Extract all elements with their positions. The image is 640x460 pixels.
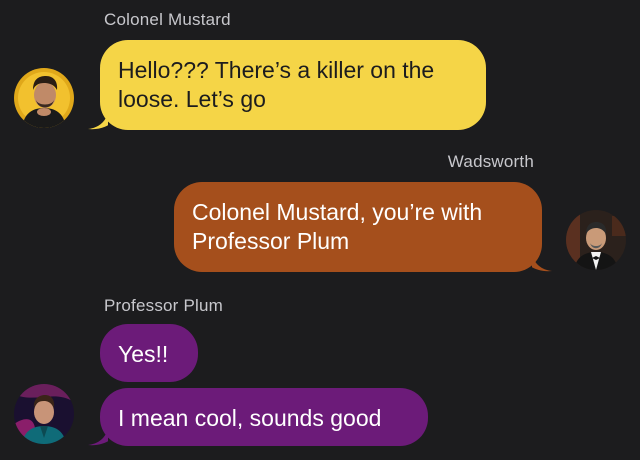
message-bubble[interactable]: Yes!! [100, 324, 198, 382]
sender-name-colonel-mustard: Colonel Mustard [104, 10, 231, 29]
portrait-wadsworth-icon [566, 210, 626, 270]
message-bubble[interactable]: Colonel Mustard, you’re with Professor P… [174, 182, 542, 272]
bubble-tail [88, 428, 108, 446]
sender-name-professor-plum: Professor Plum [104, 296, 224, 315]
chat-thread: Colonel Mustard Hello??? There’s a kille… [0, 0, 640, 460]
avatar-colonel-mustard[interactable] [14, 68, 74, 128]
message-bubble[interactable]: I mean cool, sounds good [100, 388, 428, 446]
portrait-mustard-icon [14, 68, 74, 128]
sender-name-wadsworth: Wadsworth [447, 152, 534, 171]
avatar-professor-plum[interactable] [14, 384, 74, 444]
avatar-wadsworth[interactable] [566, 210, 626, 270]
portrait-plum-icon [14, 384, 74, 444]
bubble-tail [88, 112, 108, 130]
bubble-tail [532, 254, 552, 272]
message-bubble[interactable]: Hello??? There’s a killer on the loose. … [100, 40, 486, 130]
